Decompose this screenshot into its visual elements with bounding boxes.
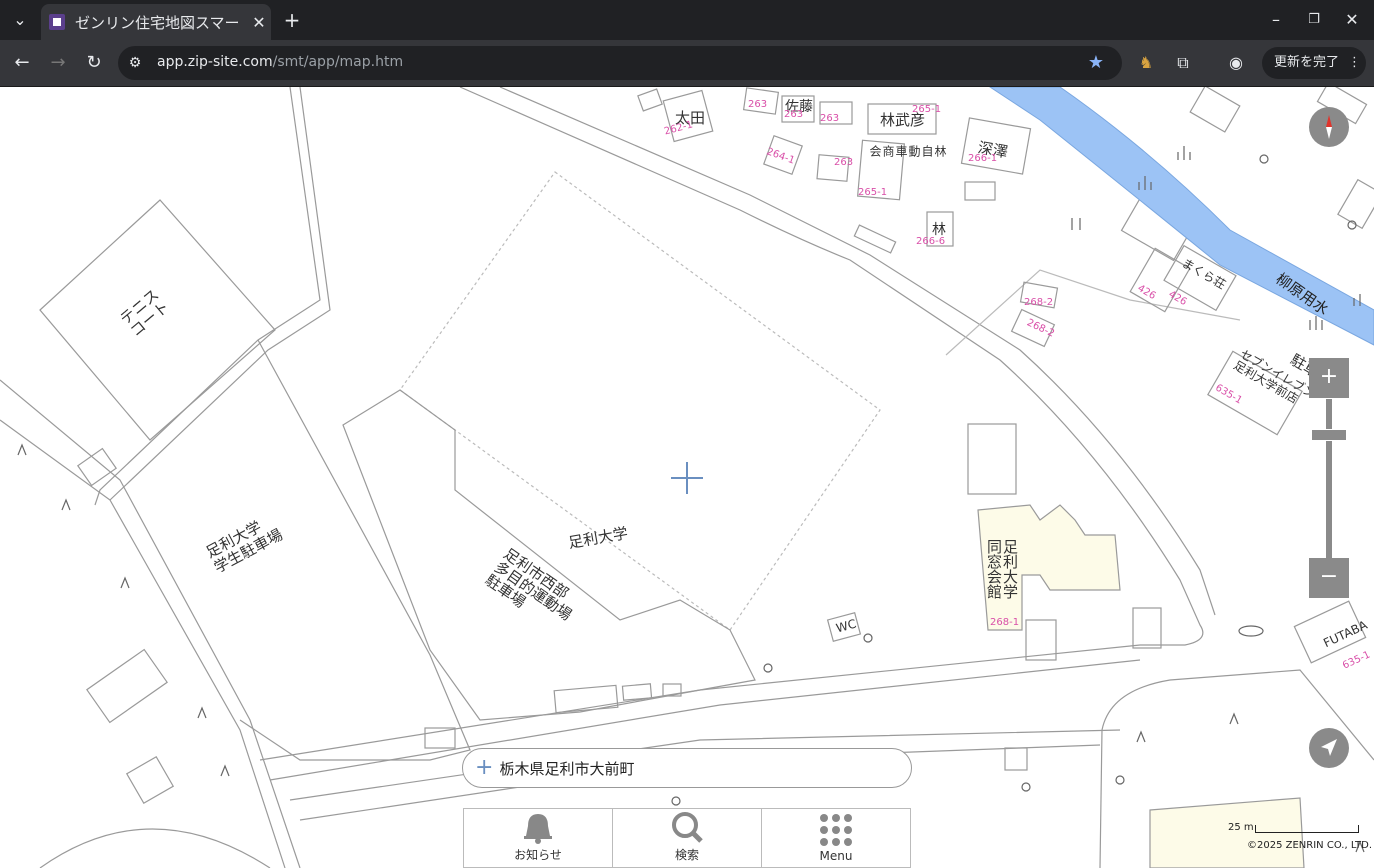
profile-icon[interactable]: ◉ (1224, 51, 1248, 75)
label-alumni-hall: 足利大学 同窓会館 (985, 539, 1019, 599)
zoom-slider-track[interactable] (1326, 399, 1332, 558)
bookmark-star-icon[interactable]: ★ (1084, 51, 1108, 75)
address-bar[interactable]: ⚙ app.zip-site.com/smt/app/map.htm ★ (118, 46, 1122, 80)
back-icon[interactable]: ← (10, 51, 34, 75)
tab-title: ゼンリン住宅地図スマー (75, 13, 240, 32)
compass-icon[interactable] (1309, 107, 1349, 147)
scale-bar (1255, 825, 1359, 833)
forward-icon[interactable]: → (46, 51, 70, 75)
restore-icon[interactable]: ❐ (1302, 8, 1326, 32)
grid-menu-icon (818, 813, 854, 847)
lot-number: 268-2 (1024, 297, 1054, 308)
bottom-nav: お知らせ 検索 Menu (463, 808, 911, 868)
zoom-in-button[interactable]: + (1309, 358, 1349, 398)
update-button[interactable]: 更新を完了 ⋮ (1262, 47, 1366, 79)
navigation-arrow-icon (1321, 739, 1337, 756)
current-address-bar[interactable]: + 栃木県足利市大前町 (462, 748, 912, 788)
bell-icon (520, 810, 556, 844)
tab-search-icon[interactable]: ⌄ (8, 8, 32, 32)
zoom-slider-handle[interactable] (1311, 429, 1347, 441)
tab-strip: ⌄ ゼンリン住宅地図スマー ✕ + – ❐ ✕ (0, 0, 1374, 40)
current-location-button[interactable] (1309, 728, 1349, 768)
browser-toolbar: ← → ↻ ⚙ app.zip-site.com/smt/app/map.htm… (0, 40, 1374, 87)
site-info-icon[interactable]: ⚙ (123, 51, 147, 75)
lot-number: 266-1 (968, 153, 998, 164)
new-tab-icon[interactable]: + (280, 8, 304, 32)
lot-number: 263 (820, 113, 840, 124)
notice-button[interactable]: お知らせ (464, 809, 613, 867)
close-tab-icon[interactable]: ✕ (247, 13, 271, 32)
browser-tab[interactable]: ゼンリン住宅地図スマー ✕ (41, 4, 271, 40)
search-button[interactable]: 検索 (613, 809, 762, 867)
close-window-icon[interactable]: ✕ (1340, 8, 1364, 32)
lot-number: 265-1 (858, 187, 888, 198)
site-favicon-icon (49, 14, 65, 30)
lot-number: 263 (748, 99, 768, 110)
lot-number: 268-1 (990, 617, 1020, 628)
url-text: app.zip-site.com/smt/app/map.htm (157, 54, 404, 70)
scale-label: 25 m (1228, 822, 1254, 833)
extension-icon[interactable]: ♞ (1134, 51, 1158, 75)
lot-number: 265-1 (912, 104, 942, 115)
minimize-icon[interactable]: – (1264, 8, 1288, 32)
label-hayashi-shokai: 林 自 動 車 商 会 (868, 145, 947, 157)
reload-icon[interactable]: ↻ (82, 51, 106, 75)
lot-number: 263 (784, 109, 804, 120)
crosshair-plus-icon: + (475, 755, 494, 780)
zoom-out-button[interactable]: − (1309, 558, 1349, 598)
copyright-text: ©2025 ZENRIN CO., LTD. (1247, 840, 1372, 851)
puzzle-icon[interactable]: ⧉ (1171, 51, 1195, 75)
current-address-text: 栃木県足利市大前町 (499, 759, 635, 778)
menu-button[interactable]: Menu (762, 809, 910, 867)
map-center-crosshair (671, 462, 703, 494)
lot-number: 266-6 (916, 236, 946, 247)
lot-number: 263 (834, 157, 854, 168)
search-icon (669, 810, 705, 844)
more-menu-icon[interactable]: ⋮ (1348, 47, 1361, 79)
